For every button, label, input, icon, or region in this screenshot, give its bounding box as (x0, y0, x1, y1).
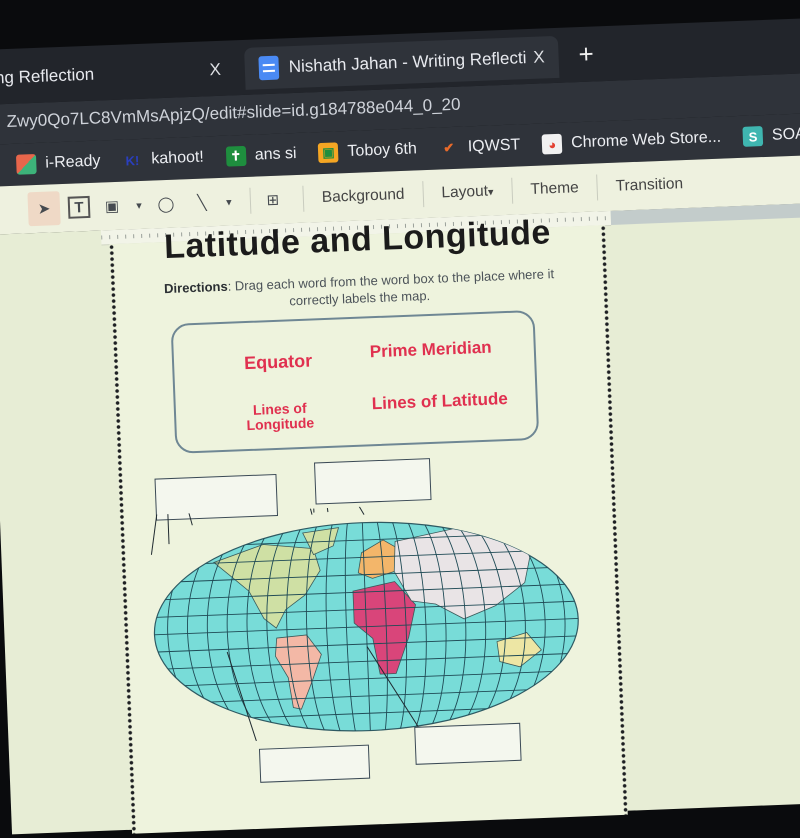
bookmark-iready[interactable]: i-Ready (15, 152, 101, 175)
layout-button[interactable]: Layout▾ (431, 182, 504, 203)
toolbar-divider (249, 187, 252, 214)
bookmark-label: ans si (254, 144, 297, 164)
chrome-web-store-icon: ◕ (541, 133, 563, 155)
image-tool-button[interactable]: ▣ (97, 189, 126, 224)
pointer-line (311, 498, 315, 513)
bookmark-kahoot[interactable]: K! kahoot! (122, 148, 204, 171)
text-box-tool-button[interactable]: T (67, 195, 91, 219)
close-icon[interactable]: X (533, 47, 545, 67)
toolbar-divider (422, 181, 425, 208)
directions-label: Directions (163, 278, 228, 297)
word-equator[interactable]: Equator (244, 351, 313, 375)
shape-tool-button[interactable]: ◯ (151, 186, 180, 221)
transition-button[interactable]: Transition (605, 175, 693, 196)
bookmark-label: SOAP2 (771, 124, 800, 144)
word-lines-of-longitude[interactable]: Lines of Longitude (246, 400, 315, 434)
background-button[interactable]: Background (312, 185, 415, 207)
bookmark-ans-si[interactable]: ✝ ans si (225, 144, 297, 167)
bookmark-label: i-Ready (44, 152, 101, 172)
line-tool-button[interactable]: ╲ (187, 185, 216, 220)
comment-tool-button[interactable]: ⊞ (258, 182, 287, 217)
drop-box-top-center[interactable] (314, 458, 432, 505)
google-forms-icon: ✝ (225, 145, 247, 167)
directions-body: : Drag each word from the word box to th… (227, 266, 555, 309)
slide-canvas: Latitude and Longitude Directions: Drag … (0, 201, 800, 835)
new-tab-button[interactable]: + (578, 38, 594, 70)
bookmark-chrome-web-store[interactable]: ◕ Chrome Web Store... (541, 128, 722, 155)
pointer-line (299, 498, 313, 515)
soap-s-icon: S (742, 126, 764, 147)
iqwst-check-icon: ✔ (443, 139, 455, 156)
tab-writing-reflection[interactable]: ng Reflection X (0, 48, 246, 100)
bookmark-label: Toboy 6th (347, 140, 418, 160)
word-line: Longitude (246, 414, 315, 434)
toolbar-divider (596, 174, 599, 201)
chevron-down-icon: ▾ (487, 186, 494, 199)
kahoot-icon: K! (125, 152, 140, 169)
word-lines-of-latitude[interactable]: Lines of Latitude (371, 389, 508, 414)
toolbar-divider (302, 185, 305, 212)
tab-nishath-jahan-writing-reflection[interactable]: Nishath Jahan - Writing Reflecti X (244, 35, 560, 90)
directions-text[interactable]: Directions: Drag each word from the word… (141, 264, 578, 315)
word-bank: Equator Prime Meridian Lines of Longitude… (170, 309, 540, 454)
select-tool-button[interactable]: ➤ (27, 191, 61, 227)
word-prime-meridian[interactable]: Prime Meridian (369, 338, 492, 363)
image-dropdown-caret-icon[interactable]: ▾ (133, 188, 144, 222)
line-dropdown-caret-icon[interactable]: ▾ (223, 184, 234, 218)
iready-cube-icon (15, 153, 37, 175)
bookmark-label: IQWST (467, 136, 521, 156)
dotted-border-left (109, 244, 137, 834)
bookmark-iqwst[interactable]: ✔ IQWST (438, 135, 520, 158)
bookmark-toboy-6th[interactable]: ▣ Toboy 6th (318, 139, 418, 164)
google-docs-icon (258, 55, 280, 81)
bookmark-soap2[interactable]: S SOAP2 (742, 124, 800, 147)
bookmark-label: Chrome Web Store... (570, 128, 722, 152)
slide[interactable]: Latitude and Longitude Directions: Drag … (109, 213, 628, 834)
layout-label: Layout (441, 182, 489, 202)
screen: ng Reflection X Nishath Jahan - Writing … (0, 0, 800, 835)
theme-button[interactable]: Theme (520, 179, 589, 200)
bookmark-label: kahoot! (151, 148, 205, 168)
close-icon[interactable]: X (209, 60, 221, 80)
drop-box-bottom-left[interactable] (258, 744, 371, 783)
dotted-border-right (601, 225, 628, 815)
google-classroom-icon: ▣ (318, 142, 339, 164)
tab-title: Nishath Jahan - Writing Reflecti (288, 48, 527, 77)
world-map (150, 498, 583, 745)
tab-title: ng Reflection (0, 64, 95, 88)
toolbar-divider (511, 177, 514, 204)
